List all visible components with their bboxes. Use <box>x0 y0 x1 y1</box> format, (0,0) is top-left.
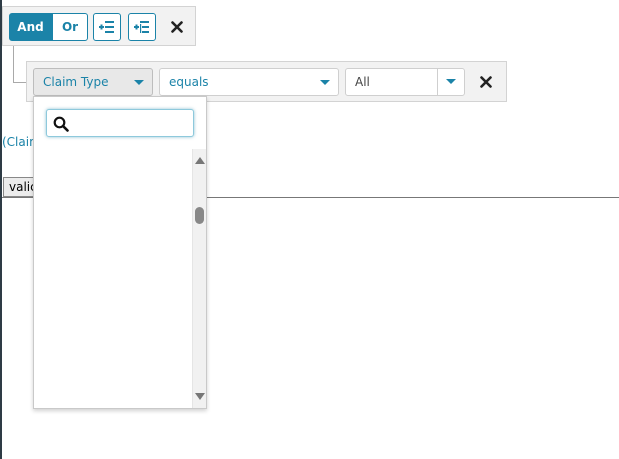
operator-select-value: equals <box>169 75 209 89</box>
or-button[interactable]: Or <box>52 13 88 41</box>
tree-connector-vertical <box>13 46 14 82</box>
delete-icon <box>171 21 183 33</box>
field-select-value: Claim Type <box>43 75 109 89</box>
search-icon <box>53 116 69 132</box>
group-toolbar: And Or <box>2 6 196 46</box>
chevron-down-icon <box>320 80 330 85</box>
add-group-button[interactable] <box>128 13 156 41</box>
dropdown-scrollbar[interactable] <box>192 149 206 408</box>
chevron-down-icon <box>134 80 144 85</box>
chevron-down-icon <box>446 79 456 84</box>
add-group-icon <box>134 21 149 33</box>
and-button[interactable]: And <box>9 13 52 41</box>
scroll-down-arrow-icon[interactable] <box>195 393 205 400</box>
dropdown-search-area <box>34 97 206 149</box>
delete-group-button[interactable] <box>169 19 185 35</box>
dropdown-options-list[interactable] <box>34 149 192 408</box>
operator-select[interactable]: equals <box>159 68 339 96</box>
dropdown-search-input[interactable] <box>75 112 185 134</box>
scroll-thumb[interactable] <box>195 207 204 224</box>
value-select[interactable]: All <box>345 68 465 96</box>
tree-connector-horizontal <box>13 82 27 83</box>
add-rule-icon <box>99 21 114 33</box>
value-select-toggle[interactable] <box>437 69 464 95</box>
condition-toggle: And Or <box>9 13 88 41</box>
scroll-up-arrow-icon[interactable] <box>195 157 205 164</box>
add-rule-button[interactable] <box>93 13 121 41</box>
delete-icon <box>480 76 492 88</box>
window-edge <box>0 0 2 459</box>
dropdown-search-box <box>46 109 194 137</box>
field-dropdown-panel <box>33 96 207 409</box>
delete-rule-button[interactable] <box>478 74 494 90</box>
field-select[interactable]: Claim Type <box>33 68 153 96</box>
value-select-value: All <box>355 75 370 89</box>
